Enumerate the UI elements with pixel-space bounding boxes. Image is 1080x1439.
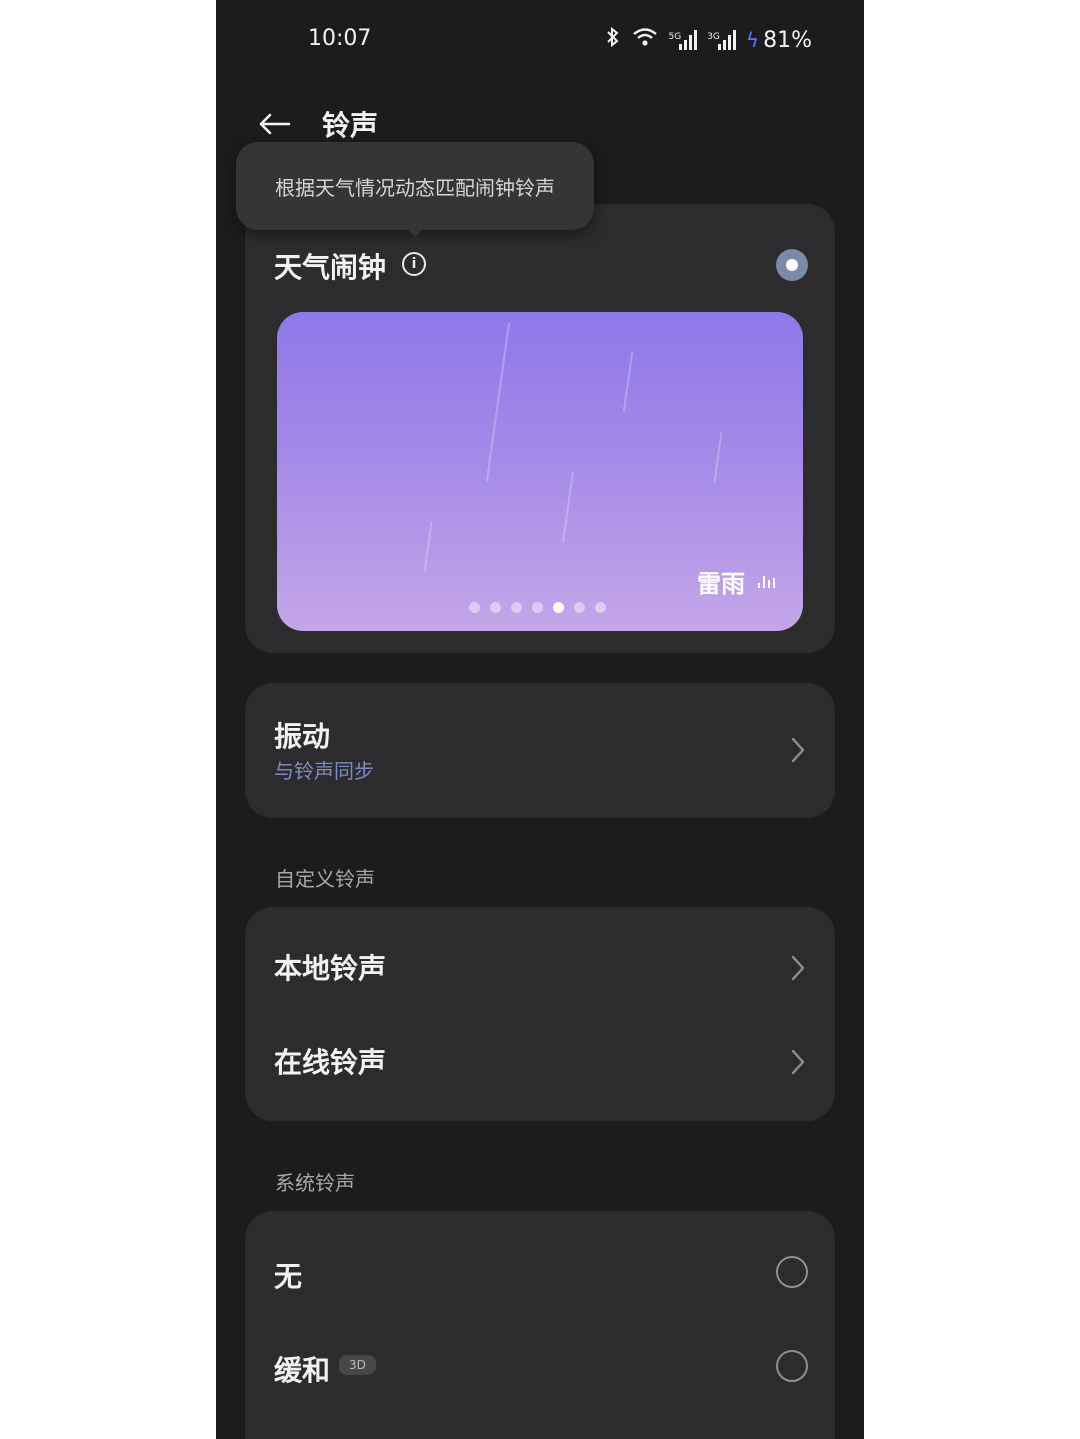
- rain-streak: [622, 352, 634, 412]
- page-indicator: [469, 602, 606, 613]
- vibration-title: 振动: [274, 720, 331, 753]
- ringtone-gentle-label: 缓和: [274, 1354, 331, 1387]
- app-header: 铃声: [256, 104, 378, 144]
- back-button[interactable]: [256, 106, 292, 142]
- weather-alarm-title: 天气闹钟: [274, 251, 387, 284]
- radio-dot: [786, 259, 798, 271]
- rain-streak: [562, 472, 574, 542]
- signal-5g-icon: 5G: [668, 30, 698, 50]
- phone-screen: 10:07 5G 3G ϟ 81% 铃声 根据天气情况动态匹配闹钟铃声 天气闹钟…: [216, 0, 864, 1439]
- tooltip-pointer: [406, 228, 424, 237]
- weather-ringtone-banner[interactable]: 雷雨: [277, 312, 803, 631]
- 3d-badge: 3D: [339, 1355, 376, 1375]
- ringtone-gentle-radio[interactable]: [776, 1350, 808, 1382]
- online-ringtone-label: 在线铃声: [274, 1046, 387, 1079]
- wifi-icon: [632, 27, 658, 53]
- page-dot: [511, 602, 522, 613]
- weather-type-label: 雷雨: [697, 570, 745, 598]
- back-arrow-icon: [259, 113, 291, 135]
- ringtone-none-label: 无: [274, 1260, 303, 1293]
- chevron-right-icon: [791, 737, 805, 763]
- weather-alarm-card: 天气闹钟 i 雷雨: [245, 204, 835, 653]
- bluetooth-icon: [604, 26, 622, 54]
- info-icon[interactable]: i: [402, 252, 426, 276]
- vibration-subtitle: 与铃声同步: [274, 759, 374, 783]
- section-system-label: 系统铃声: [275, 1171, 355, 1195]
- custom-ringtones-card: 本地铃声 在线铃声: [245, 907, 835, 1121]
- ringtone-row-gentle[interactable]: 缓和 3D: [245, 1319, 835, 1413]
- local-ringtone-label: 本地铃声: [274, 952, 387, 985]
- ringtone-none-radio[interactable]: [776, 1256, 808, 1288]
- vibration-row[interactable]: 振动 与铃声同步: [245, 683, 835, 818]
- charging-icon: ϟ: [745, 28, 760, 52]
- sound-wave-icon: [758, 574, 775, 588]
- signal-3g-icon: 3G: [707, 30, 736, 50]
- page-dot: [574, 602, 585, 613]
- page-dot: [490, 602, 501, 613]
- chevron-right-icon: [791, 1049, 805, 1075]
- system-ringtones-card: 无 缓和 3D: [245, 1211, 835, 1439]
- rain-streak: [423, 522, 433, 572]
- page-title: 铃声: [322, 109, 379, 142]
- signal-5g-label: 5G: [668, 32, 682, 42]
- page-dot: [532, 602, 543, 613]
- section-custom-label: 自定义铃声: [275, 867, 375, 891]
- ringtone-row-none[interactable]: 无: [245, 1225, 835, 1319]
- signal-3g-label: 3G: [707, 32, 720, 42]
- battery-percent: 81%: [763, 27, 812, 53]
- local-ringtone-row[interactable]: 本地铃声: [245, 919, 835, 1013]
- rain-streak: [485, 322, 511, 482]
- online-ringtone-row[interactable]: 在线铃声: [245, 1013, 835, 1107]
- weather-alarm-radio[interactable]: [776, 249, 808, 281]
- status-time: 10:07: [308, 26, 372, 51]
- status-bar-icons: 5G 3G ϟ 81%: [604, 26, 812, 54]
- page-dot: [469, 602, 480, 613]
- info-tooltip: 根据天气情况动态匹配闹钟铃声: [236, 142, 594, 230]
- rain-streak: [713, 432, 723, 482]
- page-dot-active: [553, 602, 564, 613]
- page-dot: [595, 602, 606, 613]
- chevron-right-icon: [791, 955, 805, 981]
